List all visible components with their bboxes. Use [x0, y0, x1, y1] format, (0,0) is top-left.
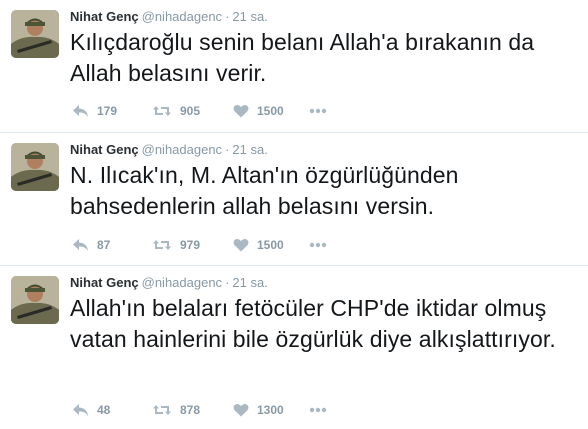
reply-icon — [73, 404, 88, 416]
tweet-text: N. Ilıcak'ın, M. Altan'ın özgürlüğünden … — [70, 162, 459, 219]
tweet[interactable]: Nihat Genç @nihadagenc · 21 sa. Allah'ın be… — [0, 266, 588, 429]
author-handle[interactable]: @nihadagenc — [142, 142, 222, 157]
reply-count: 87 — [97, 238, 111, 252]
more-icon — [309, 407, 327, 413]
avatar[interactable] — [11, 276, 59, 324]
like-button[interactable]: 1500 — [233, 102, 284, 120]
reply-count: 48 — [97, 403, 111, 417]
separator-dot: · — [225, 142, 230, 157]
retweet-button[interactable]: 878 — [152, 401, 200, 419]
retweet-button[interactable]: 979 — [152, 236, 200, 254]
soldier-photo-icon — [11, 143, 59, 191]
retweet-count: 878 — [180, 403, 201, 417]
retweet-count: 905 — [180, 104, 201, 118]
tweet[interactable]: Nihat Genç @nihadagenc · 21 sa. N. Ilıcak'ı… — [0, 133, 588, 266]
avatar[interactable] — [11, 143, 59, 191]
like-button[interactable]: 1300 — [233, 401, 284, 419]
like-count: 1500 — [257, 104, 284, 118]
more-button[interactable] — [309, 102, 327, 120]
tweet-text: Kılıçdaroğlu senin belanı Allah'a bıraka… — [70, 29, 535, 86]
separator-dot: · — [225, 9, 230, 24]
author-handle[interactable]: @nihadagenc — [142, 275, 222, 290]
tweet-header: Nihat Genç @nihadagenc · 21 sa. — [70, 142, 268, 157]
tweet-timestamp[interactable]: 21 sa. — [232, 9, 267, 24]
reply-icon — [73, 105, 88, 117]
tweet-text: Allah'ın belaları fetöcüler CHP'de iktid… — [70, 295, 556, 352]
tweet-header: Nihat Genç @nihadagenc · 21 sa. — [70, 9, 268, 24]
soldier-photo-icon — [11, 276, 59, 324]
separator-dot: · — [225, 275, 230, 290]
reply-icon — [73, 239, 88, 251]
more-icon — [309, 108, 327, 114]
more-button[interactable] — [309, 236, 327, 254]
reply-button[interactable]: 48 — [72, 401, 110, 419]
tweet[interactable]: Nihat Genç @nihadagenc · 21 sa. Kılıçdaroğl… — [0, 0, 588, 133]
retweet-icon — [153, 106, 171, 116]
retweet-count: 979 — [180, 238, 201, 252]
author-name[interactable]: Nihat Genç — [70, 142, 139, 157]
more-button[interactable] — [309, 401, 327, 419]
reply-button[interactable]: 87 — [72, 236, 110, 254]
tweet-header: Nihat Genç @nihadagenc · 21 sa. — [70, 275, 268, 290]
heart-icon — [233, 403, 249, 417]
like-button[interactable]: 1500 — [233, 236, 284, 254]
author-name[interactable]: Nihat Genç — [70, 275, 139, 290]
avatar[interactable] — [11, 10, 59, 58]
retweet-icon — [153, 240, 171, 250]
author-handle[interactable]: @nihadagenc — [142, 9, 222, 24]
retweet-button[interactable]: 905 — [152, 102, 200, 120]
more-icon — [309, 242, 327, 248]
tweet-timestamp[interactable]: 21 sa. — [232, 275, 267, 290]
like-count: 1300 — [257, 403, 284, 417]
soldier-photo-icon — [11, 10, 59, 58]
heart-icon — [233, 104, 249, 118]
reply-button[interactable]: 179 — [72, 102, 117, 120]
like-count: 1500 — [257, 238, 284, 252]
reply-count: 179 — [97, 104, 118, 118]
retweet-icon — [153, 405, 171, 415]
heart-icon — [233, 238, 249, 252]
author-name[interactable]: Nihat Genç — [70, 9, 139, 24]
tweet-timestamp[interactable]: 21 sa. — [232, 142, 267, 157]
